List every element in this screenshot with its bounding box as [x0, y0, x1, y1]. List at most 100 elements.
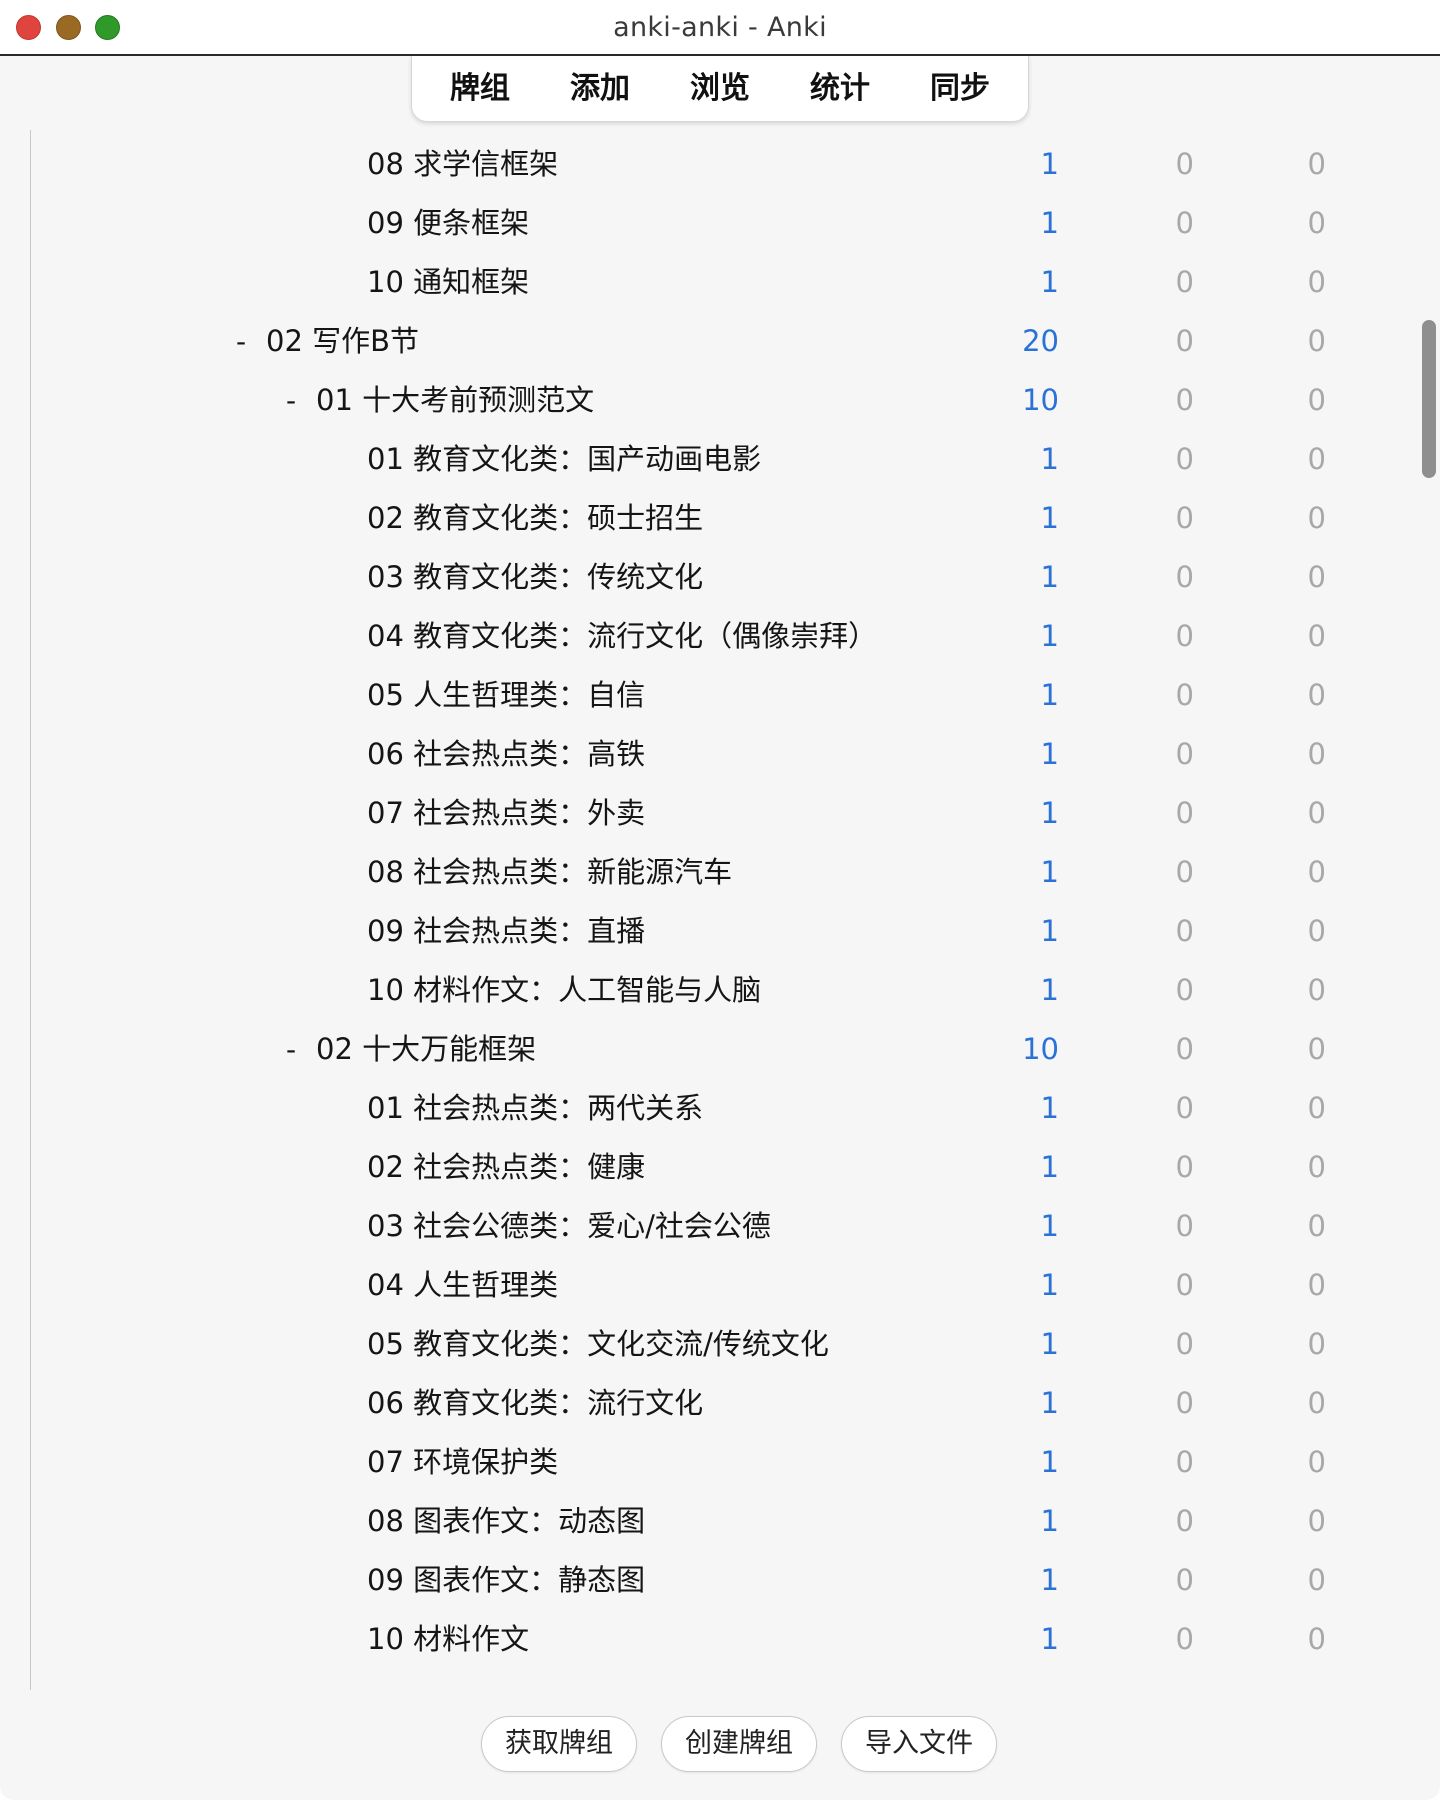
due-count: 0 [1307, 383, 1326, 417]
due-count: 0 [1307, 1268, 1326, 1302]
toolbar-decks[interactable]: 牌组 [420, 56, 540, 122]
main-toolbar: 牌组 添加 浏览 统计 同步 [411, 56, 1029, 122]
deck-row[interactable]: 10 材料作文：人工智能与人脑 1 0 0 [31, 961, 1410, 1020]
new-count: 1 [1040, 560, 1059, 594]
deck-row[interactable]: 09 便条框架 1 0 0 [31, 194, 1410, 253]
deck-name[interactable]: 06 教育文化类：流行文化 [367, 1374, 703, 1433]
deck-row[interactable]: 01 教育文化类：国产动画电影 1 0 0 [31, 430, 1410, 489]
create-deck-button[interactable]: 创建牌组 [661, 1716, 817, 1772]
window-title: anki-anki - Anki [613, 12, 827, 43]
learn-count: 0 [1175, 1504, 1194, 1538]
deck-row[interactable]: 03 教育文化类：传统文化 1 0 0 [31, 548, 1410, 607]
deck-row[interactable]: 08 图表作文：动态图 1 0 0 [31, 1492, 1410, 1551]
import-file-button[interactable]: 导入文件 [841, 1716, 997, 1772]
deck-name[interactable]: 04 教育文化类：流行文化（偶像崇拜） [367, 607, 877, 666]
collapse-toggle[interactable]: - [236, 312, 246, 371]
deck-row[interactable]: -01 十大考前预测范文 10 0 0 [31, 371, 1410, 430]
deck-name[interactable]: 08 图表作文：动态图 [367, 1492, 645, 1551]
deck-name[interactable]: 10 材料作文 [367, 1610, 529, 1669]
deck-name[interactable]: 02 十大万能框架 [316, 1020, 536, 1079]
new-count: 1 [1040, 1563, 1059, 1597]
deck-row[interactable]: 04 人生哲理类 1 0 0 [31, 1256, 1410, 1315]
toolbar-browse[interactable]: 浏览 [660, 56, 780, 122]
due-count: 0 [1307, 1563, 1326, 1597]
deck-name[interactable]: 01 教育文化类：国产动画电影 [367, 430, 761, 489]
deck-row[interactable]: -02 写作B节 20 0 0 [31, 312, 1410, 371]
learn-count: 0 [1175, 619, 1194, 653]
new-count: 10 [1022, 383, 1059, 417]
new-count: 1 [1040, 1386, 1059, 1420]
deck-row[interactable]: 09 社会热点类：直播 1 0 0 [31, 902, 1410, 961]
deck-name[interactable]: 09 社会热点类：直播 [367, 902, 645, 961]
deck-row[interactable]: 04 教育文化类：流行文化（偶像崇拜） 1 0 0 [31, 607, 1410, 666]
toolbar-stats[interactable]: 统计 [780, 56, 900, 122]
vertical-scrollbar[interactable] [1422, 320, 1436, 478]
new-count: 1 [1040, 855, 1059, 889]
new-count: 20 [1022, 324, 1059, 358]
deck-row[interactable]: 01 社会热点类：两代关系 1 0 0 [31, 1079, 1410, 1138]
deck-name[interactable]: 05 人生哲理类：自信 [367, 666, 645, 725]
deck-name[interactable]: 02 教育文化类：硕士招生 [367, 489, 703, 548]
learn-count: 0 [1175, 1445, 1194, 1479]
new-count: 1 [1040, 1091, 1059, 1125]
new-count: 1 [1040, 501, 1059, 535]
learn-count: 0 [1175, 1209, 1194, 1243]
deck-name[interactable]: 07 社会热点类：外卖 [367, 784, 645, 843]
deck-name[interactable]: 10 通知框架 [367, 253, 529, 312]
toolbar-add[interactable]: 添加 [540, 56, 660, 122]
deck-row[interactable]: -02 十大万能框架 10 0 0 [31, 1020, 1410, 1079]
deck-name[interactable]: 01 社会热点类：两代关系 [367, 1079, 703, 1138]
deck-name[interactable]: 07 环境保护类 [367, 1433, 558, 1492]
deck-name[interactable]: 08 求学信框架 [367, 135, 558, 194]
deck-row[interactable]: 08 社会热点类：新能源汽车 1 0 0 [31, 843, 1410, 902]
new-count: 1 [1040, 1622, 1059, 1656]
deck-name[interactable]: 09 图表作文：静态图 [367, 1551, 645, 1610]
deck-name[interactable]: 03 社会公德类：爱心/社会公德 [367, 1197, 771, 1256]
deck-name[interactable]: 04 人生哲理类 [367, 1256, 558, 1315]
new-count: 1 [1040, 619, 1059, 653]
get-shared-button[interactable]: 获取牌组 [481, 1716, 637, 1772]
due-count: 0 [1307, 796, 1326, 830]
deck-row[interactable]: 06 教育文化类：流行文化 1 0 0 [31, 1374, 1410, 1433]
deck-name[interactable]: 01 十大考前预测范文 [316, 371, 594, 430]
learn-count: 0 [1175, 1032, 1194, 1066]
new-count: 1 [1040, 1209, 1059, 1243]
deck-row[interactable]: 09 图表作文：静态图 1 0 0 [31, 1551, 1410, 1610]
learn-count: 0 [1175, 1091, 1194, 1125]
deck-name[interactable]: 02 写作B节 [266, 312, 419, 371]
learn-count: 0 [1175, 265, 1194, 299]
deck-row[interactable]: 10 通知框架 1 0 0 [31, 253, 1410, 312]
learn-count: 0 [1175, 855, 1194, 889]
deck-name[interactable]: 10 材料作文：人工智能与人脑 [367, 961, 761, 1020]
deck-row[interactable]: 06 社会热点类：高铁 1 0 0 [31, 725, 1410, 784]
new-count: 1 [1040, 1445, 1059, 1479]
deck-row[interactable]: 05 人生哲理类：自信 1 0 0 [31, 666, 1410, 725]
collapse-toggle[interactable]: - [286, 1020, 296, 1079]
deck-name[interactable]: 03 教育文化类：传统文化 [367, 548, 703, 607]
deck-row[interactable]: 07 社会热点类：外卖 1 0 0 [31, 784, 1410, 843]
due-count: 0 [1307, 1091, 1326, 1125]
deck-row[interactable]: 08 求学信框架 1 0 0 [31, 135, 1410, 194]
deck-name[interactable]: 08 社会热点类：新能源汽车 [367, 843, 732, 902]
toolbar-sync[interactable]: 同步 [900, 56, 1020, 122]
deck-row[interactable]: 02 教育文化类：硕士招生 1 0 0 [31, 489, 1410, 548]
learn-count: 0 [1175, 914, 1194, 948]
deck-row[interactable]: 10 材料作文 1 0 0 [31, 1610, 1410, 1669]
due-count: 0 [1307, 1622, 1326, 1656]
deck-row[interactable]: 07 环境保护类 1 0 0 [31, 1433, 1410, 1492]
deck-row[interactable]: 03 社会公德类：爱心/社会公德 1 0 0 [31, 1197, 1410, 1256]
due-count: 0 [1307, 324, 1326, 358]
learn-count: 0 [1175, 206, 1194, 240]
due-count: 0 [1307, 1445, 1326, 1479]
new-count: 1 [1040, 796, 1059, 830]
due-count: 0 [1307, 914, 1326, 948]
deck-name[interactable]: 05 教育文化类：文化交流/传统文化 [367, 1315, 829, 1374]
due-count: 0 [1307, 1386, 1326, 1420]
deck-row[interactable]: 05 教育文化类：文化交流/传统文化 1 0 0 [31, 1315, 1410, 1374]
deck-name[interactable]: 06 社会热点类：高铁 [367, 725, 645, 784]
deck-name[interactable]: 02 社会热点类：健康 [367, 1138, 645, 1197]
collapse-toggle[interactable]: - [286, 371, 296, 430]
deck-row[interactable]: 02 社会热点类：健康 1 0 0 [31, 1138, 1410, 1197]
deck-name[interactable]: 09 便条框架 [367, 194, 529, 253]
due-count: 0 [1307, 265, 1326, 299]
